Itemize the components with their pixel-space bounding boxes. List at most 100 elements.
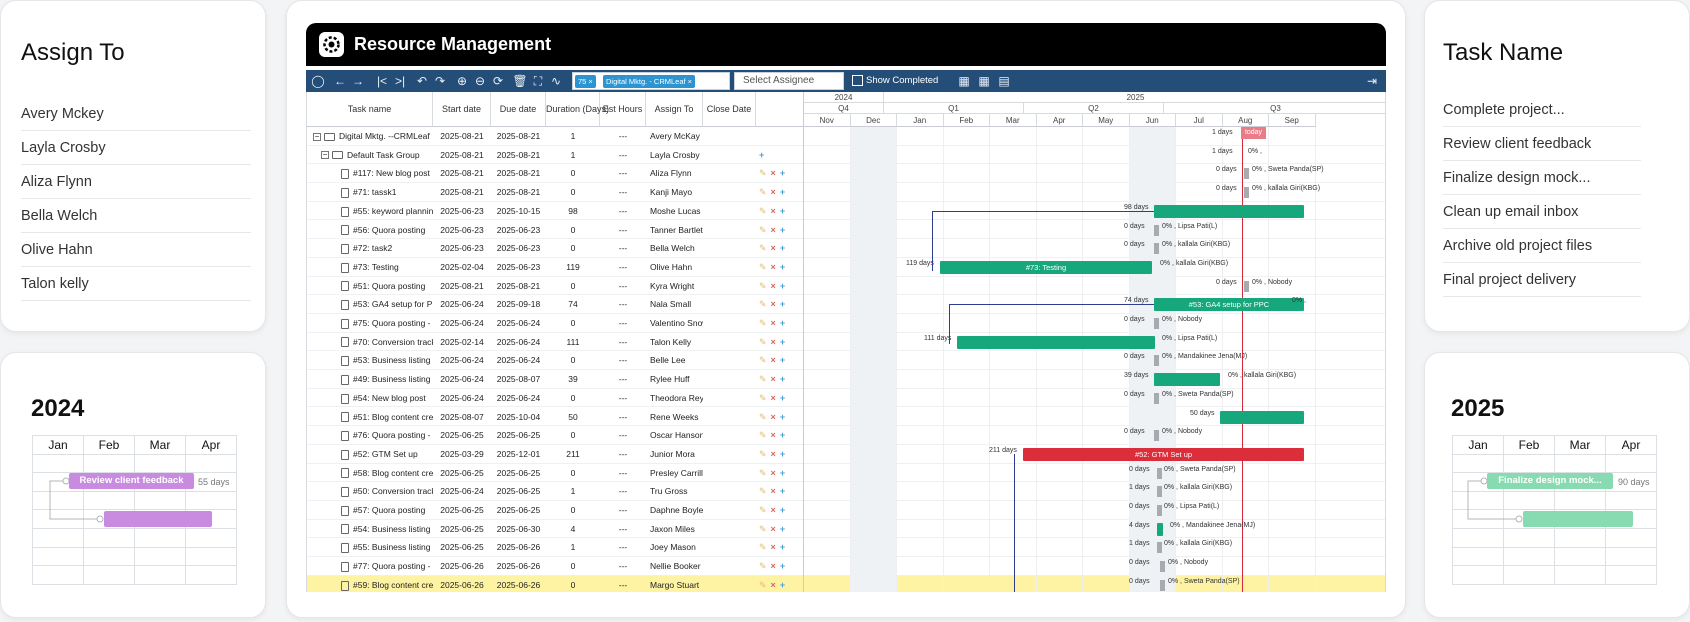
redo-icon[interactable]: ↷ — [432, 73, 448, 89]
edit-icon[interactable]: ✎ — [759, 393, 767, 403]
delete-icon[interactable]: × — [771, 355, 776, 365]
delete-icon[interactable]: × — [771, 187, 776, 197]
delete-icon[interactable]: × — [771, 505, 776, 515]
add-icon[interactable]: + — [780, 281, 785, 291]
task-name-cell[interactable]: #53: GA4 setup for PPC — [307, 295, 433, 314]
delete-icon[interactable]: × — [771, 206, 776, 216]
add-icon[interactable]: + — [780, 486, 785, 496]
delete-icon[interactable]: × — [771, 561, 776, 571]
edit-icon[interactable]: ✎ — [759, 412, 767, 422]
col-start-date[interactable]: Start date — [433, 92, 491, 127]
edit-icon[interactable]: ✎ — [759, 542, 767, 552]
milestone-marker[interactable] — [1157, 505, 1162, 516]
edit-icon[interactable]: ✎ — [759, 262, 767, 272]
add-icon[interactable]: + — [780, 187, 785, 197]
delete-icon[interactable]: × — [771, 168, 776, 178]
edit-icon[interactable]: ✎ — [759, 505, 767, 515]
task-name-cell[interactable]: #76: Quora posting - 2 — [307, 426, 433, 445]
milestone-marker[interactable] — [1160, 579, 1165, 591]
task-name-cell[interactable]: #51: Quora posting — [307, 277, 433, 296]
add-icon[interactable]: + — [780, 168, 785, 178]
show-completed-checkbox[interactable] — [852, 75, 863, 86]
milestone-marker[interactable] — [1157, 486, 1162, 498]
mini-task-bar[interactable]: Finalize design mock... — [1487, 473, 1613, 489]
edit-icon[interactable]: ✎ — [759, 430, 767, 440]
task-name-cell[interactable]: #77: Quora posting - 3 — [307, 557, 433, 576]
delete-icon[interactable]: × — [771, 486, 776, 496]
add-icon[interactable]: + — [780, 262, 785, 272]
milestone-marker[interactable] — [1157, 542, 1162, 554]
zoom-out-icon[interactable]: ⊖ — [472, 73, 488, 89]
exit-icon[interactable]: ⇥ — [1364, 73, 1380, 89]
add-icon[interactable]: + — [780, 225, 785, 235]
milestone-marker[interactable] — [1154, 318, 1159, 329]
last-icon[interactable]: >| — [392, 73, 408, 89]
task-name-cell[interactable]: #59: Blog content creati — [307, 576, 433, 592]
edit-icon[interactable]: ✎ — [759, 449, 767, 459]
edit-icon[interactable]: ✎ — [759, 243, 767, 253]
col-close-date[interactable]: Close Date — [703, 92, 756, 127]
add-icon[interactable]: + — [780, 449, 785, 459]
edit-icon[interactable]: ✎ — [759, 168, 767, 178]
delete-icon[interactable]: × — [771, 281, 776, 291]
add-icon[interactable]: + — [780, 299, 785, 309]
add-icon[interactable]: + — [780, 580, 785, 590]
assignee-item[interactable]: Aliza Flynn — [21, 165, 251, 199]
add-icon[interactable]: + — [780, 243, 785, 253]
col-due-date[interactable]: Due date — [491, 92, 546, 127]
milestone-marker[interactable] — [1244, 187, 1249, 199]
zoom-chip[interactable]: 75 × — [575, 75, 596, 88]
task-name-cell[interactable]: #71: tassk1 — [307, 183, 433, 202]
delete-icon[interactable]: × — [771, 225, 776, 235]
col-task-name[interactable]: Task name — [307, 92, 433, 127]
add-icon[interactable]: + — [780, 430, 785, 440]
milestone-marker[interactable] — [1154, 355, 1159, 367]
edit-icon[interactable]: ✎ — [759, 524, 767, 534]
task-bar[interactable] — [1157, 522, 1163, 536]
milestone-marker[interactable] — [1160, 561, 1165, 573]
edit-icon[interactable]: ✎ — [759, 561, 767, 571]
delete-icon[interactable]: × — [771, 542, 776, 552]
delete-icon[interactable]: × — [771, 524, 776, 534]
task-bar[interactable]: #73: Testing — [940, 260, 1152, 274]
milestone-marker[interactable] — [1157, 467, 1162, 479]
task-name-cell[interactable]: #53: Business listing — [307, 351, 433, 370]
edit-icon[interactable]: ✎ — [759, 486, 767, 496]
edit-icon[interactable]: ✎ — [759, 355, 767, 365]
critical-path-icon[interactable]: ∿ — [548, 73, 564, 89]
mini-task-bar-2[interactable] — [104, 511, 212, 527]
task-name-cell[interactable]: #117: New blog post — [307, 164, 433, 183]
task-name-cell[interactable]: #73: Testing — [307, 258, 433, 277]
task-name-cell[interactable]: #72: task2 — [307, 239, 433, 258]
assignee-item[interactable]: Olive Hahn — [21, 233, 251, 267]
edit-icon[interactable]: ✎ — [759, 299, 767, 309]
delete-icon[interactable]: × — [771, 299, 776, 309]
add-icon[interactable]: + — [780, 505, 785, 515]
edit-icon[interactable]: ✎ — [759, 225, 767, 235]
task-item[interactable]: Review client feedback — [1443, 127, 1641, 161]
add-icon[interactable]: + — [780, 337, 785, 347]
add-icon[interactable]: + — [780, 412, 785, 422]
task-name-cell[interactable]: #56: Quora posting — [307, 221, 433, 240]
task-name-cell[interactable]: #70: Conversion trackin — [307, 333, 433, 352]
col-est-hours[interactable]: Est Hours — [600, 92, 646, 127]
assignee-item[interactable]: Avery Mckey — [21, 97, 251, 131]
add-icon[interactable]: + — [780, 355, 785, 365]
delete-icon[interactable]: × — [771, 337, 776, 347]
task-name-cell[interactable]: #54: Business listing — [307, 520, 433, 539]
edit-icon[interactable]: ✎ — [759, 468, 767, 478]
milestone-marker[interactable] — [1244, 280, 1249, 292]
first-icon[interactable]: |< — [374, 73, 390, 89]
milestone-marker[interactable] — [1244, 168, 1249, 180]
task-name-cell[interactable]: #55: Business listing — [307, 538, 433, 557]
arrow-left-icon[interactable]: ← — [332, 73, 348, 89]
task-item[interactable]: Finalize design mock... — [1443, 161, 1641, 195]
fullscreen-icon[interactable]: ⛶ — [530, 73, 546, 89]
add-icon[interactable]: + — [780, 393, 785, 403]
task-name-cell[interactable]: #49: Business listing LE — [307, 370, 433, 389]
task-name-cell[interactable]: − Default Task Group — [307, 146, 433, 165]
delete-icon[interactable]: × — [771, 468, 776, 478]
milestone-marker[interactable] — [1154, 392, 1159, 404]
task-name-cell[interactable]: #52: GTM Set up — [307, 445, 433, 464]
assignee-item[interactable]: Bella Welch — [21, 199, 251, 233]
